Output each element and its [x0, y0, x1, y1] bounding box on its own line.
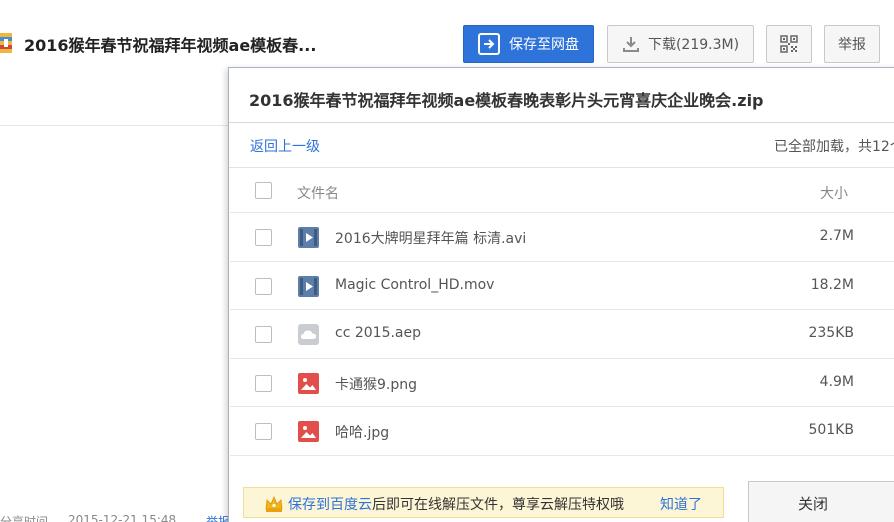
save-to-cloud-icon — [478, 33, 500, 55]
save-to-netdisk-button[interactable]: 保存至网盘 — [463, 25, 594, 63]
cloud-file-icon — [298, 324, 319, 345]
header-divider — [0, 125, 230, 126]
file-row[interactable]: 卡通猴9.png 4.9M — [230, 359, 894, 407]
archive-preview-dialog: 2016猴年春节祝福拜年视频ae模板春晚表彰片头元宵喜庆企业晚会.zip 返回上… — [228, 67, 894, 522]
close-dialog-button[interactable]: 关闭 — [748, 481, 894, 522]
file-row[interactable]: Magic Control_HD.mov 18.2M — [230, 262, 894, 310]
page-title: 2016猴年春节祝福拜年视频ae模板春... — [24, 36, 317, 55]
tip-brand-link[interactable]: 保存到百度云 — [288, 497, 372, 513]
share-time-value: 2015-12-21 15:48 — [68, 513, 177, 522]
file-checkbox[interactable] — [255, 229, 272, 246]
share-time-label: 分享时间 — [0, 515, 49, 522]
close-dialog-label: 关闭 — [797, 495, 828, 513]
video-file-icon — [298, 275, 319, 297]
file-checkbox[interactable] — [255, 374, 272, 392]
qrcode-button[interactable] — [766, 25, 812, 63]
file-size: 4.9M — [819, 373, 854, 390]
file-name: 2016大牌明星拜年篇 标清.avi — [335, 231, 527, 247]
download-label: 下载(219.3M) — [647, 37, 740, 53]
tip-text: 后即可在线解压文件，尊享云解压特权哦 — [372, 497, 624, 513]
qrcode-icon — [780, 35, 798, 53]
file-name: Magic Control_HD.mov — [335, 276, 495, 293]
crown-icon — [265, 495, 283, 512]
file-name: 哈哈.jpg — [335, 425, 390, 441]
tip-dismiss-link[interactable]: 知道了 — [660, 494, 702, 514]
save-to-netdisk-label: 保存至网盘 — [509, 37, 579, 53]
dialog-title-divider — [229, 122, 894, 123]
report-button[interactable]: 举报 — [824, 25, 880, 63]
load-status: 已全部加载，共12个 — [774, 139, 894, 155]
file-list: 文件名 大小 2016大牌明星拜年篇 标清.avi 2.7M Magic Con… — [230, 168, 894, 456]
share-page: 2016猴年春节祝福拜年视频ae模板春... 保存至网盘 下载(219.3M) — [0, 0, 894, 522]
image-file-icon — [298, 372, 319, 394]
file-row[interactable]: 2016大牌明星拜年篇 标清.avi 2.7M — [230, 213, 894, 262]
file-row[interactable]: 哈哈.jpg 501KB — [230, 407, 894, 456]
file-size: 2.7M — [819, 228, 854, 244]
footer-report-link[interactable]: 举报 — [206, 513, 230, 522]
zip-archive-icon — [0, 33, 12, 53]
column-header-size: 大小 — [820, 186, 848, 202]
file-name: cc 2015.aep — [335, 325, 422, 341]
file-checkbox[interactable] — [255, 423, 272, 440]
download-icon — [622, 37, 639, 52]
file-size: 501KB — [808, 422, 854, 438]
cloud-unzip-tip: 保存到百度云后即可在线解压文件，尊享云解压特权哦 知道了 — [243, 487, 724, 518]
download-button[interactable]: 下载(219.3M) — [607, 25, 754, 63]
file-list-header: 文件名 大小 — [230, 168, 894, 213]
select-all-checkbox[interactable] — [255, 182, 272, 199]
file-checkbox[interactable] — [255, 277, 272, 295]
image-file-icon — [298, 421, 319, 442]
file-size: 235KB — [808, 325, 854, 341]
back-to-parent-link[interactable]: 返回上一级 — [250, 136, 320, 156]
file-row[interactable]: cc 2015.aep 235KB — [230, 310, 894, 359]
file-checkbox[interactable] — [255, 326, 272, 343]
tip-message: 保存到百度云后即可在线解压文件，尊享云解压特权哦 — [288, 494, 624, 514]
column-header-name: 文件名 — [297, 186, 339, 202]
file-name: 卡通猴9.png — [335, 376, 418, 393]
video-file-icon — [298, 227, 319, 248]
file-size: 18.2M — [810, 276, 854, 293]
dialog-title: 2016猴年春节祝福拜年视频ae模板春晚表彰片头元宵喜庆企业晚会.zip — [249, 91, 764, 110]
